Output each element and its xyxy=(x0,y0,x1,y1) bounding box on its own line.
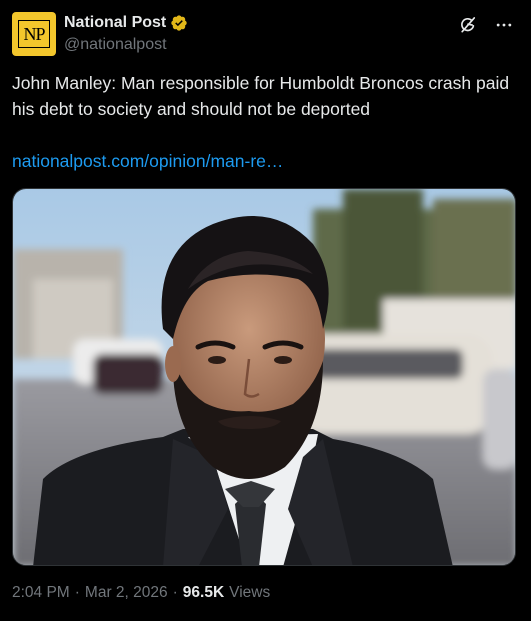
tweet-photo[interactable] xyxy=(12,188,516,566)
handle[interactable]: @nationalpost xyxy=(64,36,188,54)
name-row: National Post xyxy=(64,12,188,34)
tweet-header: NP National Post @nationalpost xyxy=(12,12,519,58)
avatar[interactable]: NP xyxy=(12,12,56,56)
views-count[interactable]: 96.5K xyxy=(183,584,224,602)
article-link[interactable]: nationalpost.com/opinion/man-re… xyxy=(12,148,283,174)
tweet-meta: 2:04 PM · Mar 2, 2026 · 96.5K Views xyxy=(12,584,270,602)
meta-separator: · xyxy=(74,584,80,601)
tweet-date[interactable]: Mar 2, 2026 xyxy=(85,584,168,602)
verified-badge-icon[interactable] xyxy=(170,14,188,32)
views-label: Views xyxy=(229,584,271,601)
avatar-logo: NP xyxy=(18,20,50,48)
tweet-text: John Manley: Man responsible for Humbold… xyxy=(12,73,510,119)
more-options-icon[interactable] xyxy=(493,14,515,36)
grok-icon[interactable] xyxy=(457,14,479,36)
meta-separator: · xyxy=(172,584,178,601)
display-name[interactable]: National Post xyxy=(64,14,166,32)
tweet-time[interactable]: 2:04 PM xyxy=(12,584,70,602)
header-actions xyxy=(457,14,515,36)
author-block: National Post @nationalpost xyxy=(64,12,188,54)
photo-illustration xyxy=(13,189,515,565)
